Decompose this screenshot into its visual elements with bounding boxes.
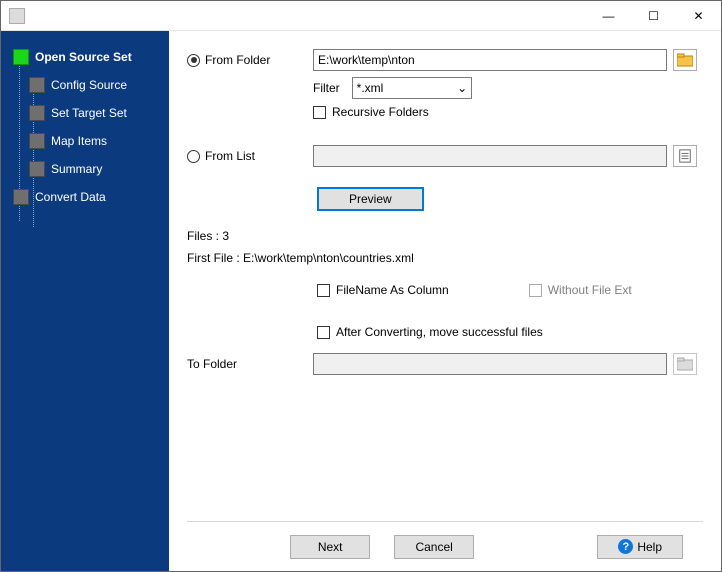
chevron-down-icon: ⌄	[453, 78, 471, 98]
filename-col-label: FileName As Column	[336, 283, 449, 297]
after-conv-label: After Converting, move successful files	[336, 325, 543, 339]
folder-icon	[677, 53, 693, 67]
from-list-input[interactable]	[313, 145, 667, 167]
without-ext-label: Without File Ext	[548, 283, 632, 297]
files-count-text: Files : 3	[187, 229, 703, 243]
wizard-step-set-target-set[interactable]: Set Target Set	[1, 99, 169, 127]
filter-combo[interactable]: *.xml ⌄	[352, 77, 472, 99]
maximize-button[interactable]: ☐	[631, 1, 676, 31]
browse-to-folder-button	[673, 353, 697, 375]
checkbox-icon	[317, 326, 330, 339]
step-label: Config Source	[51, 78, 127, 92]
wizard-sidebar: Open Source Set Config Source Set Target S…	[1, 31, 169, 571]
from-folder-input[interactable]	[313, 49, 667, 71]
close-button[interactable]: ✕	[676, 1, 721, 31]
recursive-label: Recursive Folders	[332, 105, 429, 119]
step-box-icon	[13, 189, 29, 205]
filter-value: *.xml	[357, 81, 384, 95]
radio-icon	[187, 150, 200, 163]
main-panel: From Folder Filter *.xml ⌄ Recursive Fol…	[169, 31, 721, 571]
from-list-label: From List	[205, 149, 255, 163]
to-folder-input	[313, 353, 667, 375]
from-folder-radio[interactable]: From Folder	[187, 53, 307, 67]
from-folder-label: From Folder	[205, 53, 270, 67]
button-bar: Next Cancel ? Help	[187, 521, 703, 571]
step-label: Set Target Set	[51, 106, 127, 120]
wizard-step-config-source[interactable]: Config Source	[1, 71, 169, 99]
first-file-text: First File : E:\work\temp\nton\countries…	[187, 251, 703, 265]
wizard-step-map-items[interactable]: Map Items	[1, 127, 169, 155]
radio-icon	[187, 54, 200, 67]
minimize-button[interactable]: —	[586, 1, 631, 31]
to-folder-label: To Folder	[187, 357, 307, 371]
cancel-button[interactable]: Cancel	[394, 535, 474, 559]
filter-label: Filter	[313, 81, 340, 95]
titlebar: — ☐ ✕	[1, 1, 721, 31]
help-icon: ?	[618, 539, 633, 554]
folder-icon	[677, 357, 693, 371]
list-file-icon	[677, 149, 693, 163]
step-label: Summary	[51, 162, 102, 176]
preview-button[interactable]: Preview	[317, 187, 424, 211]
after-converting-checkbox[interactable]: After Converting, move successful files	[187, 325, 703, 339]
without-file-ext-checkbox: Without File Ext	[529, 283, 632, 297]
wizard-step-summary[interactable]: Summary	[1, 155, 169, 183]
checkbox-icon	[317, 284, 330, 297]
step-label: Open Source Set	[35, 50, 132, 64]
browse-list-button[interactable]	[673, 145, 697, 167]
browse-folder-button[interactable]	[673, 49, 697, 71]
step-label: Map Items	[51, 134, 107, 148]
step-box-icon	[29, 133, 45, 149]
next-button[interactable]: Next	[290, 535, 370, 559]
step-box-icon	[29, 77, 45, 93]
filename-as-column-checkbox[interactable]: FileName As Column	[317, 283, 449, 297]
step-label: Convert Data	[35, 190, 106, 204]
wizard-step-convert-data[interactable]: Convert Data	[1, 183, 169, 211]
wizard-step-open-source-set[interactable]: Open Source Set	[1, 43, 169, 71]
step-box-icon	[29, 161, 45, 177]
checkbox-icon	[313, 106, 326, 119]
help-button[interactable]: ? Help	[597, 535, 683, 559]
recursive-checkbox-row[interactable]: Recursive Folders	[313, 105, 667, 119]
step-box-icon	[29, 105, 45, 121]
from-list-radio[interactable]: From List	[187, 149, 307, 163]
step-box-icon	[13, 49, 29, 65]
checkbox-icon	[529, 284, 542, 297]
app-icon	[9, 8, 25, 24]
